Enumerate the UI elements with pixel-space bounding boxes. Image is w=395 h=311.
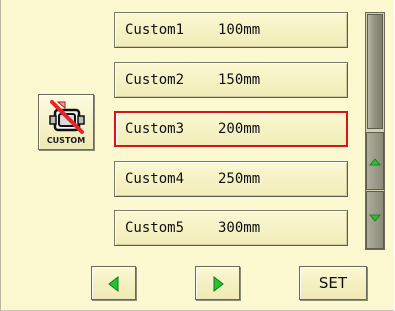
custom-hoop-icon-button[interactable]: CUSTOM <box>38 94 94 150</box>
option-name: Custom3 <box>125 121 185 137</box>
next-button[interactable] <box>195 266 240 300</box>
scroll-down-button[interactable] <box>366 191 384 249</box>
option-name: Custom5 <box>125 220 185 236</box>
option-name: Custom4 <box>125 171 185 187</box>
option-size: 200mm <box>218 121 261 137</box>
hoop-option-custom1[interactable]: Custom1 100mm <box>114 12 348 48</box>
option-size: 100mm <box>218 22 261 38</box>
option-name: Custom2 <box>125 72 185 88</box>
arrow-down-icon <box>369 214 381 222</box>
previous-button[interactable] <box>91 266 136 300</box>
set-button[interactable]: SET <box>299 266 367 300</box>
scrollbar-thumb[interactable] <box>367 14 383 129</box>
hoop-option-custom3[interactable]: Custom3 200mm <box>114 111 348 147</box>
hoop-option-custom4[interactable]: Custom4 250mm <box>114 161 348 197</box>
option-size: 150mm <box>218 72 261 88</box>
hoop-option-custom5[interactable]: Custom5 300mm <box>114 210 348 246</box>
hoop-frame-icon <box>49 100 85 134</box>
hoop-option-custom2[interactable]: Custom2 150mm <box>114 62 348 98</box>
scroll-up-button[interactable] <box>366 132 384 190</box>
arrow-left-icon <box>108 276 119 292</box>
option-size: 300mm <box>218 220 261 236</box>
option-name: Custom1 <box>125 22 185 38</box>
arrow-up-icon <box>369 158 381 166</box>
custom-label: CUSTOM <box>46 136 86 145</box>
option-size: 250mm <box>218 171 261 187</box>
arrow-right-icon <box>213 276 224 292</box>
hoop-select-screen: CUSTOM Custom1 100mm Custom2 150mm Custo… <box>0 0 394 311</box>
